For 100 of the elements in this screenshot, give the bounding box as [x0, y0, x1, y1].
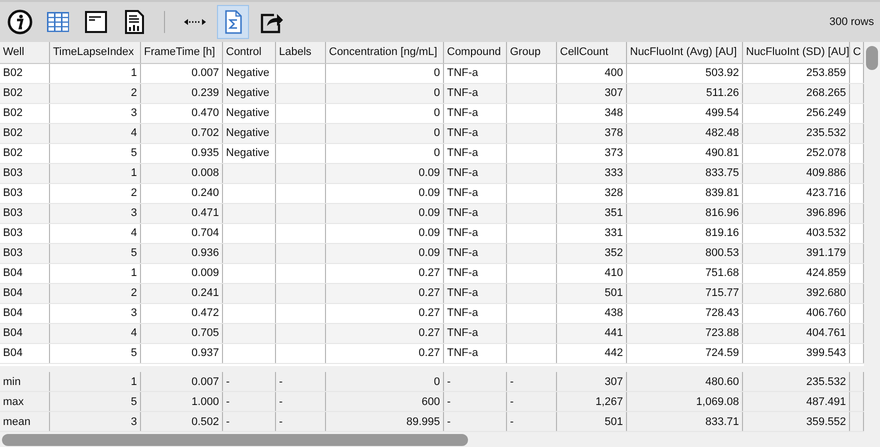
table-cell: 4: [50, 224, 141, 243]
summary-cell: -: [444, 392, 507, 411]
column-header[interactable]: NucFluoInt (SD) [AU]: [743, 42, 850, 63]
summary-cell: 1,267: [557, 392, 627, 411]
table-cell: 0.935: [141, 144, 223, 163]
table-cell: B03: [0, 224, 50, 243]
table-cell: 0.008: [141, 164, 223, 183]
table-cell: 392.680: [743, 284, 850, 303]
summary-cell: 0.007: [141, 372, 223, 391]
table-cell: 438: [557, 304, 627, 323]
table-cell: 0.239: [141, 84, 223, 103]
column-header[interactable]: NucFluoInt (Avg) [AU]: [627, 42, 743, 63]
column-header[interactable]: Well: [0, 42, 50, 63]
table-cell: 4: [50, 324, 141, 343]
table-cell: B03: [0, 164, 50, 183]
table-cell: 0.27: [326, 324, 444, 343]
table-cell: 424.859: [743, 264, 850, 283]
summary-cell: 0: [326, 372, 444, 391]
table-cell: 441: [557, 324, 627, 343]
column-header[interactable]: Compound: [444, 42, 507, 63]
info-icon: [7, 9, 33, 35]
table-cell: Negative: [223, 64, 276, 83]
table-cell: 819.16: [627, 224, 743, 243]
table-cell: 2: [50, 184, 141, 203]
summary-cell: 359.552: [743, 412, 850, 431]
table-cell: 0.704: [141, 224, 223, 243]
table-cell: Negative: [223, 144, 276, 163]
table-cell: TNF-a: [444, 324, 507, 343]
summary-cell: max: [0, 392, 50, 411]
column-header[interactable]: Control: [223, 42, 276, 63]
summary-cell: 1,069.08: [627, 392, 743, 411]
summary-cell: 833.71: [627, 412, 743, 431]
summary-cell: 307: [557, 372, 627, 391]
table-cell: 1: [50, 264, 141, 283]
table-cell: 328: [557, 184, 627, 203]
summary-cell: 235.532: [743, 372, 850, 391]
summary-cell: -: [507, 412, 557, 431]
table-cell: 409.886: [743, 164, 850, 183]
summary-cell: 501: [557, 412, 627, 431]
column-header[interactable]: FrameTime [h]: [141, 42, 223, 63]
table-cell: Negative: [223, 84, 276, 103]
table-cell: 490.81: [627, 144, 743, 163]
table-cell: 378: [557, 124, 627, 143]
table-cell: 348: [557, 104, 627, 123]
table-cell: 0.09: [326, 244, 444, 263]
column-header[interactable]: TimeLapseIndex: [50, 42, 141, 63]
table-cell: 0.27: [326, 304, 444, 323]
table-cell: B02: [0, 84, 50, 103]
table-cell: 3: [50, 304, 141, 323]
table-cell: 1: [50, 64, 141, 83]
table-cell: 403.532: [743, 224, 850, 243]
table-cell: 404.761: [743, 324, 850, 343]
table-cell: 1: [50, 164, 141, 183]
table-cell: 833.75: [627, 164, 743, 183]
horizontal-scrollbar-thumb[interactable]: [2, 434, 468, 446]
table-cell: 399.543: [743, 344, 850, 363]
summary-cell: -: [444, 372, 507, 391]
table-cell: 501: [557, 284, 627, 303]
table-cell: TNF-a: [444, 284, 507, 303]
table-cell: 728.43: [627, 304, 743, 323]
table-cell: 715.77: [627, 284, 743, 303]
table-cell: 503.92: [627, 64, 743, 83]
table-cell: 410: [557, 264, 627, 283]
table-cell: 839.81: [627, 184, 743, 203]
table-cell: 0.007: [141, 64, 223, 83]
summary-cell: mean: [0, 412, 50, 431]
table-cell: 0.27: [326, 284, 444, 303]
table-cell: Negative: [223, 124, 276, 143]
table-cell: 0: [326, 84, 444, 103]
table-cell: 423.716: [743, 184, 850, 203]
table-cell: 0.472: [141, 304, 223, 323]
table-cell: Negative: [223, 104, 276, 123]
table-cell: TNF-a: [444, 84, 507, 103]
table-cell: TNF-a: [444, 264, 507, 283]
column-header[interactable]: Labels: [276, 42, 326, 63]
table-cell: 5: [50, 244, 141, 263]
table-cell: 2: [50, 84, 141, 103]
table-cell: B03: [0, 244, 50, 263]
table-cell: 373: [557, 144, 627, 163]
table-cell: 511.26: [627, 84, 743, 103]
table-cell: TNF-a: [444, 304, 507, 323]
table-cell: B02: [0, 124, 50, 143]
vertical-scrollbar-thumb[interactable]: [866, 46, 878, 70]
table-cell: 816.96: [627, 204, 743, 223]
summary-cell: 487.491: [743, 392, 850, 411]
grid-icon: [45, 9, 71, 35]
summary-cell: min: [0, 372, 50, 391]
table-cell: TNF-a: [444, 104, 507, 123]
table-cell: TNF-a: [444, 184, 507, 203]
column-header[interactable]: Concentration [ng/mL]: [326, 42, 444, 63]
table-cell: 442: [557, 344, 627, 363]
table-cell: 0: [326, 144, 444, 163]
table-cell: 268.265: [743, 84, 850, 103]
column-header[interactable]: Group: [507, 42, 557, 63]
table-cell: B04: [0, 344, 50, 363]
table-cell: TNF-a: [444, 124, 507, 143]
window-icon: [83, 9, 109, 35]
summary-cell: -: [444, 412, 507, 431]
table-cell: B04: [0, 264, 50, 283]
column-header[interactable]: CellCount: [557, 42, 627, 63]
